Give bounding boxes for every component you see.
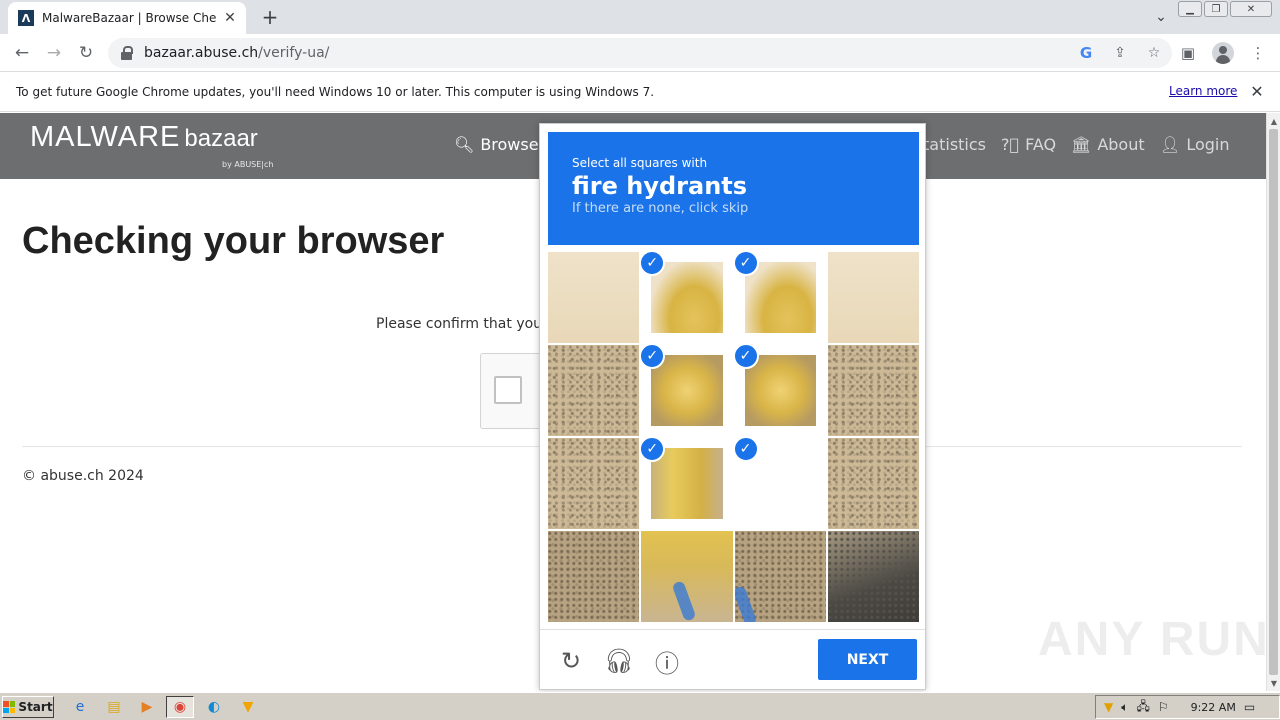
- nav-faq[interactable]: ?⃝ FAQ: [1001, 135, 1056, 154]
- grid-tile-selected[interactable]: ✓: [734, 438, 826, 529]
- show-desktop-icon[interactable]: ▭: [1244, 700, 1255, 714]
- grid-tile[interactable]: [734, 531, 826, 622]
- tab-title: MalwareBazaar | Browse Checking y: [42, 11, 216, 25]
- grid-tile[interactable]: [827, 345, 919, 436]
- media-player-icon[interactable]: ▶: [133, 696, 161, 718]
- grid-tile[interactable]: [548, 438, 640, 529]
- anyrun-taskbar-icon[interactable]: ▼: [234, 696, 262, 718]
- search-icon: 🔍︎: [454, 135, 475, 154]
- check-icon: ✓: [734, 252, 759, 276]
- action-center-flag-icon[interactable]: ⚐: [1158, 700, 1169, 714]
- windows-logo-icon: [3, 701, 16, 713]
- grid-tile-selected[interactable]: ✓: [734, 345, 826, 436]
- challenge-target: fire hydrants: [572, 172, 748, 200]
- malwarebazaar-favicon-icon: Λ: [18, 10, 34, 26]
- learn-more-link[interactable]: Learn more: [1169, 84, 1237, 98]
- refresh-icon[interactable]: ↻: [556, 646, 586, 676]
- windows-taskbar: Start e ▤ ▶ ◉ ◐ ▼ ▼ 🔈︎ 🖧︎ ⚐ 9:22 AM ▭: [0, 692, 1280, 720]
- grid-tile[interactable]: [548, 252, 640, 343]
- minimize-button[interactable]: ▁: [1178, 1, 1202, 17]
- grid-tile-selected[interactable]: ✓: [641, 438, 733, 529]
- nav-browse[interactable]: 🔍︎ Browse: [454, 135, 539, 154]
- anyrun-watermark: ANY RUN: [1038, 613, 1270, 666]
- grid-tile-selected[interactable]: ✓: [641, 345, 733, 436]
- menu-kebab-icon[interactable]: ⋮: [1246, 41, 1270, 65]
- new-tab-button[interactable]: +: [258, 5, 282, 29]
- check-icon: ✓: [734, 438, 759, 462]
- internet-explorer-icon[interactable]: e: [66, 696, 94, 718]
- question-circle-icon: ?⃝: [1001, 135, 1020, 154]
- challenge-instruction: Select all squares with: [572, 156, 708, 170]
- tab-search-chevron-icon[interactable]: ⌄: [1150, 6, 1172, 28]
- footer-copyright: © abuse.ch 2024: [22, 468, 144, 484]
- grid-tile[interactable]: [641, 531, 733, 622]
- network-icon[interactable]: 🖧︎: [1136, 697, 1149, 718]
- browser-toolbar: ← → ↻ bazaar.abuse.ch/verify-ua/ G ⇪ ☆ ▣…: [0, 34, 1280, 72]
- building-icon: 🏛︎: [1071, 135, 1092, 154]
- captcha-challenge: Select all squares with fire hydrants If…: [539, 123, 926, 690]
- lock-icon[interactable]: [120, 46, 134, 60]
- page-scrollbar[interactable]: ▲ ▼: [1266, 113, 1280, 691]
- system-tray: ▼ 🔈︎ 🖧︎ ⚐ 9:22 AM ▭: [1095, 695, 1280, 719]
- malwarebazaar-logo[interactable]: MALWARE bazaar by ABUSE|ch: [30, 121, 273, 169]
- start-button[interactable]: Start: [2, 696, 54, 718]
- update-infobar: To get future Google Chrome updates, you…: [0, 72, 1280, 112]
- challenge-divider: [540, 629, 925, 630]
- address-bar[interactable]: bazaar.abuse.ch/verify-ua/ G ⇪ ☆: [108, 38, 1172, 68]
- url-text: bazaar.abuse.ch/verify-ua/: [144, 45, 330, 61]
- window-controls: ▁ ❐ ✕: [1178, 1, 1272, 17]
- grid-tile[interactable]: [827, 252, 919, 343]
- headphones-audio-icon[interactable]: 🎧︎: [604, 646, 634, 676]
- infobar-close-icon[interactable]: ✕: [1248, 82, 1266, 101]
- back-arrow-icon[interactable]: ←: [10, 41, 34, 65]
- clock[interactable]: 9:22 AM: [1191, 701, 1236, 714]
- bookmark-star-icon[interactable]: ☆: [1144, 43, 1164, 63]
- window-close-button[interactable]: ✕: [1230, 1, 1272, 17]
- next-button[interactable]: NEXT: [818, 639, 917, 680]
- scroll-down-arrow-icon[interactable]: ▼: [1267, 677, 1280, 689]
- scroll-thumb[interactable]: [1269, 129, 1278, 675]
- info-icon[interactable]: ⓘ: [652, 646, 682, 678]
- nav-statistics[interactable]: Statistics: [916, 135, 986, 154]
- restore-button[interactable]: ❐: [1204, 1, 1228, 17]
- page-title: Checking your browser: [22, 220, 445, 262]
- side-panel-icon[interactable]: ▣: [1176, 41, 1200, 65]
- close-tab-icon[interactable]: ✕: [222, 10, 238, 26]
- challenge-hint: If there are none, click skip: [572, 201, 749, 216]
- challenge-image-grid: ✓ ✓ ✓ ✓ ✓ ✓: [548, 252, 919, 622]
- tab-strip: Λ MalwareBazaar | Browse Checking y ✕ + …: [0, 0, 1280, 34]
- logo-subtitle: by ABUSE|ch: [222, 160, 274, 169]
- volume-icon[interactable]: 🔈︎: [1121, 700, 1128, 715]
- profile-avatar-icon[interactable]: [1212, 42, 1234, 64]
- grid-tile[interactable]: [548, 345, 640, 436]
- confirm-text: Please confirm that you: [376, 316, 543, 332]
- grid-tile[interactable]: [827, 438, 919, 529]
- user-icon: 👤︎: [1160, 135, 1181, 154]
- grid-tile-selected[interactable]: ✓: [734, 252, 826, 343]
- check-icon: ✓: [734, 345, 759, 369]
- share-icon[interactable]: ⇪: [1110, 43, 1130, 63]
- file-explorer-icon[interactable]: ▤: [100, 696, 128, 718]
- edge-icon[interactable]: ◐: [200, 696, 228, 718]
- grid-tile[interactable]: [548, 531, 640, 622]
- scroll-up-arrow-icon[interactable]: ▲: [1267, 115, 1280, 127]
- grid-tile[interactable]: [827, 531, 919, 622]
- challenge-header: Select all squares with fire hydrants If…: [548, 132, 919, 245]
- nav-login[interactable]: 👤︎ Login: [1160, 135, 1229, 154]
- grid-tile-selected[interactable]: ✓: [641, 252, 733, 343]
- infobar-message: To get future Google Chrome updates, you…: [16, 84, 655, 99]
- chrome-taskbar-icon[interactable]: ◉: [166, 696, 194, 718]
- reload-icon[interactable]: ↻: [74, 41, 98, 65]
- tab-malwarebazaar[interactable]: Λ MalwareBazaar | Browse Checking y ✕: [8, 2, 246, 34]
- tray-anyrun-icon[interactable]: ▼: [1104, 700, 1113, 714]
- nav-about[interactable]: 🏛︎ About: [1071, 135, 1145, 154]
- captcha-checkbox[interactable]: [494, 376, 522, 404]
- google-lens-icon[interactable]: G: [1076, 43, 1096, 63]
- forward-arrow-icon[interactable]: →: [42, 41, 66, 65]
